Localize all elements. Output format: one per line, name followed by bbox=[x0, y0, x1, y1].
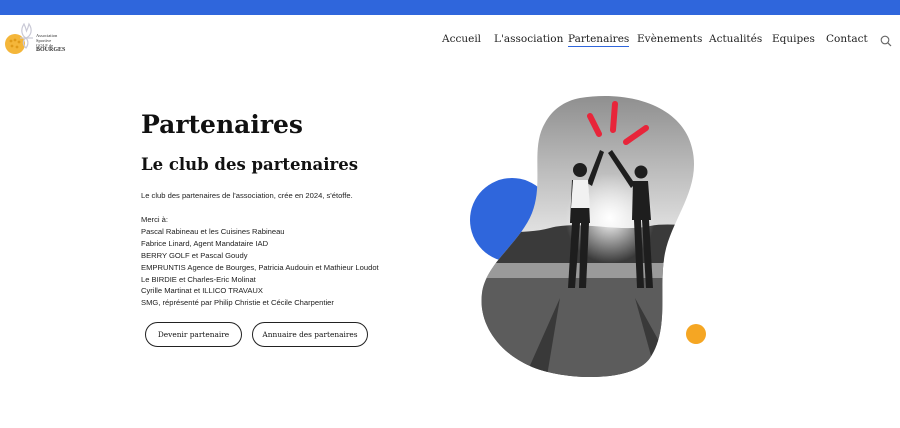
thanks-list: Merci à: Pascal Rabineau et les Cuisines… bbox=[141, 214, 379, 309]
site-logo[interactable]: Association Sportive GOLF de BOURGES bbox=[2, 18, 66, 64]
list-item: Fabrice Linard, Agent Mandataire IAD bbox=[141, 238, 269, 248]
list-item: EMPRUNTIS Agence de Bourges, Patricia Au… bbox=[141, 262, 379, 272]
list-item: Pascal Rabineau et les Cuisines Rabineau bbox=[141, 226, 285, 236]
list-item: BERRY GOLF et Pascal Goudy bbox=[141, 250, 248, 260]
become-partner-button[interactable]: Devenir partenaire bbox=[145, 322, 242, 347]
list-item: Le BIRDIE et Charles-Eric Molinat bbox=[141, 274, 256, 284]
nav-contact[interactable]: Contact bbox=[826, 33, 868, 45]
orange-dot-decoration bbox=[686, 324, 706, 344]
site-header: Association Sportive GOLF de BOURGES Acc… bbox=[0, 15, 900, 67]
list-item: SMG, réprésenté par Philip Christie et C… bbox=[141, 298, 334, 308]
nav-association[interactable]: L'association bbox=[494, 33, 563, 45]
thanks-heading: Merci à: bbox=[141, 215, 169, 224]
top-accent-bar bbox=[0, 0, 900, 15]
page-title: Partenaires bbox=[141, 110, 303, 139]
nav-equipes[interactable]: Equipes bbox=[772, 33, 815, 45]
nav-accueil[interactable]: Accueil bbox=[442, 33, 481, 45]
hero-illustration bbox=[470, 96, 706, 378]
logo-text: Association Sportive GOLF de BOURGES bbox=[36, 33, 66, 53]
search-icon[interactable] bbox=[880, 35, 892, 47]
partner-directory-button[interactable]: Annuaire des partenaires bbox=[252, 322, 368, 347]
nav-partenaires[interactable]: Partenaires bbox=[568, 33, 630, 47]
list-item: Cyrille Martinat et ILLICO TRAVAUX bbox=[141, 286, 263, 296]
nav-actualites[interactable]: Actualités bbox=[709, 33, 762, 45]
nav-evenements[interactable]: Evènements bbox=[637, 33, 702, 45]
intro-text: Le club des partenaires de l'association… bbox=[141, 191, 353, 200]
page-subtitle: Le club des partenaires bbox=[141, 155, 358, 174]
